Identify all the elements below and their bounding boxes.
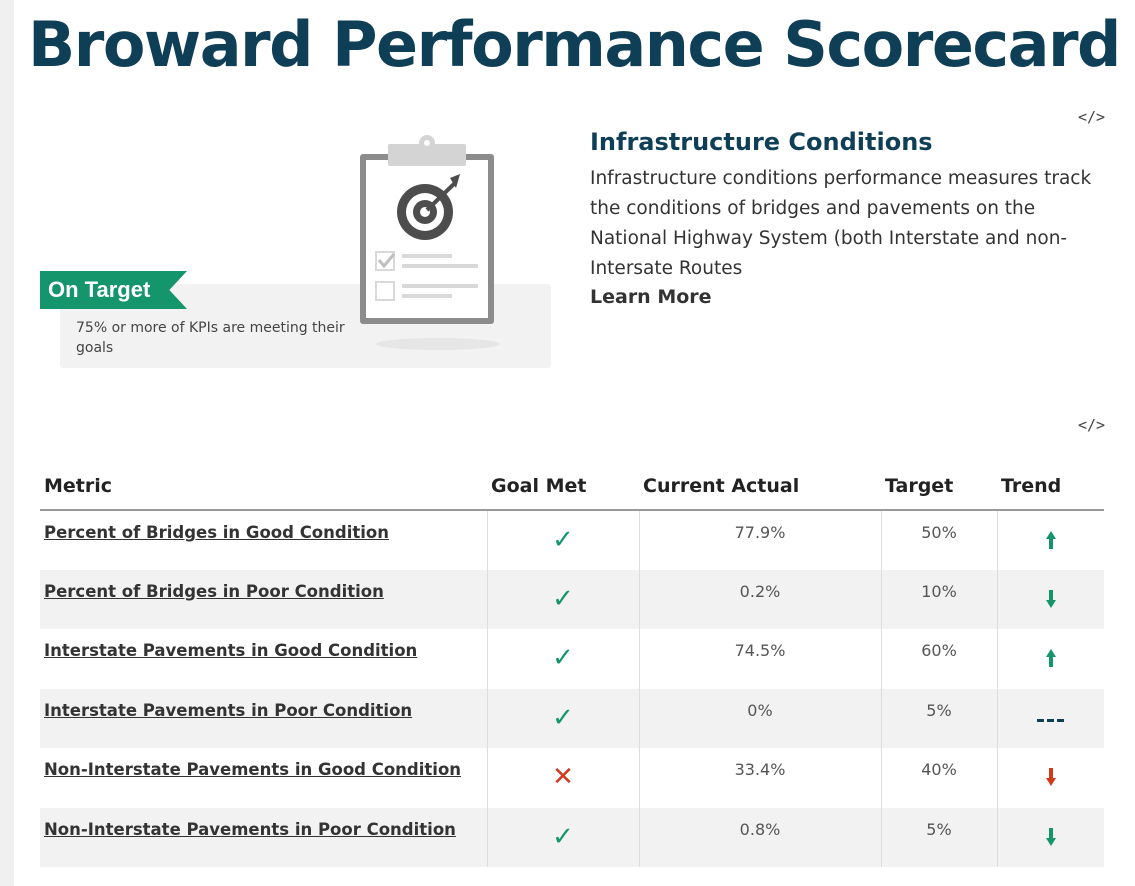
table-row: Non-Interstate Pavements in Poor Conditi… xyxy=(40,807,1104,867)
header-metric: Metric xyxy=(40,462,487,511)
check-icon: ✓ xyxy=(552,821,574,852)
metric-link[interactable]: Interstate Pavements in Good Condition xyxy=(40,641,417,660)
metric-cell: Interstate Pavements in Poor Condition xyxy=(40,688,487,748)
metric-link[interactable]: Percent of Bridges in Poor Condition xyxy=(40,582,384,601)
metric-link[interactable]: Non-Interstate Pavements in Poor Conditi… xyxy=(40,820,456,839)
check-icon: ✓ xyxy=(552,525,574,555)
metric-cell: Percent of Bridges in Good Condition xyxy=(40,510,487,570)
current-actual-cell: 0% xyxy=(638,688,881,748)
header-trend: Trend xyxy=(997,462,1104,511)
trend-down-icon xyxy=(1045,768,1057,792)
trend-down-icon xyxy=(1045,827,1057,852)
x-icon: ✕ xyxy=(552,762,574,792)
metric-cell: Non-Interstate Pavements in Good Conditi… xyxy=(40,748,487,808)
metric-link[interactable]: Non-Interstate Pavements in Good Conditi… xyxy=(40,760,461,779)
table-row: Percent of Bridges in Good Condition ✓ 77.… xyxy=(40,510,1104,570)
learn-more-link[interactable]: Learn More xyxy=(590,286,712,308)
goal-met-cell: ✓ xyxy=(486,629,639,689)
current-actual-cell: 0.2% xyxy=(638,569,881,629)
current-actual-cell: 77.9% xyxy=(638,510,881,570)
table-header-row: Metric Goal Met Current Actual Target Tr… xyxy=(40,462,1104,511)
target-cell: 40% xyxy=(880,748,997,808)
table-row: Non-Interstate Pavements in Good Conditi… xyxy=(40,748,1104,808)
goal-met-cell: ✓ xyxy=(486,569,639,629)
status-description: 75% or more of KPIs are meeting their go… xyxy=(76,320,345,356)
status-badge: On Target xyxy=(40,271,187,309)
header-goal-met: Goal Met xyxy=(487,462,639,511)
section-title: Infrastructure Conditions xyxy=(590,128,933,156)
target-cell: 60% xyxy=(880,629,997,689)
target-cell: 10% xyxy=(880,569,997,629)
trend-up-icon xyxy=(1045,531,1057,555)
trend-cell xyxy=(996,688,1104,748)
header-current-actual: Current Actual xyxy=(639,462,881,511)
table-row: Percent of Bridges in Poor Condition ✓ 0.2… xyxy=(40,569,1104,629)
page-title: Broward Performance Scorecard xyxy=(28,8,1121,81)
metric-link[interactable]: Percent of Bridges in Good Condition xyxy=(40,523,389,542)
trend-cell xyxy=(996,629,1104,689)
clipboard-target-icon xyxy=(354,130,514,360)
current-actual-cell: 74.5% xyxy=(638,629,881,689)
goal-met-cell: ✓ xyxy=(486,688,639,748)
table-row: Interstate Pavements in Poor Condition ✓ 0… xyxy=(40,688,1104,748)
trend-up-icon xyxy=(1045,649,1057,673)
trend-cell xyxy=(996,748,1104,808)
check-icon: ✓ xyxy=(552,583,574,614)
header-target: Target xyxy=(881,462,997,511)
goal-met-cell: ✓ xyxy=(486,807,639,867)
current-actual-cell: 33.4% xyxy=(638,748,881,808)
trend-down-icon xyxy=(1045,589,1057,614)
trend-flat-icon xyxy=(1036,714,1065,733)
scorecard-page: Broward Performance Scorecard </> On Tar… xyxy=(14,0,1135,886)
goal-met-cell: ✕ xyxy=(486,748,639,808)
metric-cell: Non-Interstate Pavements in Poor Conditi… xyxy=(40,807,487,867)
embed-code-icon[interactable]: </> xyxy=(1078,108,1105,126)
kpi-table: Metric Goal Met Current Actual Target Tr… xyxy=(40,462,1104,867)
metric-cell: Percent of Bridges in Poor Condition xyxy=(40,569,487,629)
trend-cell xyxy=(996,807,1104,867)
table-row: Interstate Pavements in Good Condition ✓ 7… xyxy=(40,629,1104,689)
target-cell: 50% xyxy=(880,510,997,570)
section-description: Infrastructure conditions performance me… xyxy=(590,168,1092,279)
metric-link[interactable]: Interstate Pavements in Poor Condition xyxy=(40,701,412,720)
check-icon: ✓ xyxy=(552,643,574,673)
check-icon: ✓ xyxy=(552,702,574,733)
goal-met-cell: ✓ xyxy=(486,510,639,570)
target-cell: 5% xyxy=(880,807,997,867)
trend-cell xyxy=(996,569,1104,629)
embed-code-icon[interactable]: </> xyxy=(1078,416,1105,434)
target-cell: 5% xyxy=(880,688,997,748)
current-actual-cell: 0.8% xyxy=(638,807,881,867)
trend-cell xyxy=(996,510,1104,570)
metric-cell: Interstate Pavements in Good Condition xyxy=(40,629,487,689)
